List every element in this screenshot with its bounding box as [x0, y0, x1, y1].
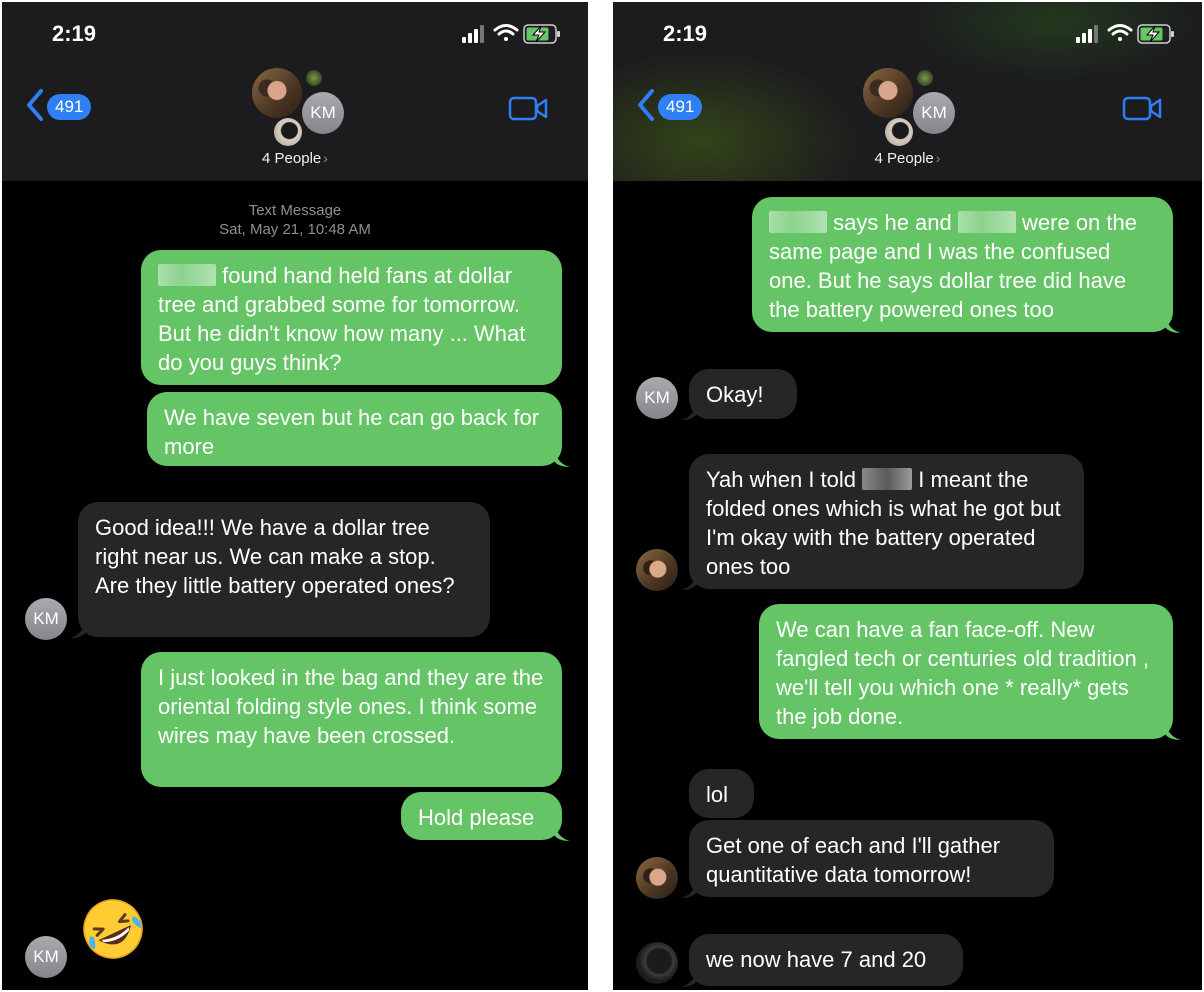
bubble-tail: [70, 620, 86, 638]
cellular-signal-icon: [1076, 25, 1098, 43]
avatar-photo-small: [915, 68, 935, 88]
panel-divider: [590, 0, 611, 992]
bubble-tail: [1165, 722, 1181, 740]
status-icons: [1076, 24, 1174, 44]
wifi-icon: [493, 24, 519, 41]
message-text: Get one of each and I'll gather quantita…: [706, 833, 1001, 887]
timestamp-label: Text Message: [248, 202, 342, 219]
bubble-tail: [681, 572, 697, 590]
sender-avatar-photo[interactable]: [636, 857, 678, 899]
bubble-tail: [681, 969, 697, 987]
right-screenshot: 2:19 491 KM 4 People › says he and were …: [613, 2, 1202, 990]
sender-avatar-km[interactable]: KM: [25, 936, 67, 978]
message-text: We have seven but he can go back for mor…: [164, 405, 540, 459]
conversation-header: 2:19 491 KM 4 People ›: [613, 2, 1202, 181]
video-call-icon[interactable]: [1122, 94, 1162, 122]
group-title[interactable]: 4 People ›: [613, 150, 1202, 167]
chevron-right-icon: ›: [323, 150, 328, 166]
group-title[interactable]: 4 People ›: [2, 150, 588, 167]
incoming-message-bubble[interactable]: Yah when I told I meant the folded ones …: [681, 454, 1084, 590]
incoming-message-bubble[interactable]: Good idea!!! We have a dollar tree right…: [70, 502, 490, 638]
outgoing-message-bubble[interactable]: We can have a fan face-off. New fangled …: [759, 604, 1181, 740]
wifi-icon: [1107, 24, 1133, 41]
message-text: Good idea!!! We have a dollar tree right…: [95, 515, 455, 598]
avatar-km: KM: [302, 92, 344, 134]
incoming-message-bubble[interactable]: Get one of each and I'll gather quantita…: [681, 820, 1054, 898]
outgoing-message-bubble[interactable]: says he and were on the same page and I …: [752, 197, 1181, 333]
timestamp-date: Sat, May 21, 10:48 AM: [219, 221, 371, 238]
incoming-message-bubble[interactable]: we now have 7 and 20: [681, 934, 963, 987]
avatar-km: KM: [913, 92, 955, 134]
outgoing-message-bubble[interactable]: found hand held fans at dollar tree and …: [141, 250, 562, 385]
chevron-right-icon: ›: [935, 150, 941, 166]
group-title-label: 4 People: [262, 150, 322, 167]
group-title-label: 4 People: [874, 150, 934, 167]
redacted-name: [769, 211, 827, 233]
left-screenshot: 2:19 491 KM 4 People › Text Message Sat,…: [2, 2, 588, 990]
avatar-photo-couple: [863, 68, 913, 118]
message-text: we now have 7 and 20: [706, 947, 927, 972]
incoming-message-bubble[interactable]: Okay!: [681, 369, 797, 420]
bubble-tail: [1165, 315, 1181, 333]
message-text: Okay!: [706, 382, 764, 407]
status-time: 2:19: [663, 21, 708, 46]
back-chevron-icon[interactable]: [635, 88, 657, 122]
bubble-tail: [681, 880, 697, 898]
outgoing-message-bubble[interactable]: We have seven but he can go back for mor…: [147, 392, 570, 467]
battery-charging-icon: [523, 24, 560, 44]
back-unread-badge[interactable]: 491: [47, 94, 92, 120]
cellular-signal-icon: [462, 25, 484, 43]
video-call-icon[interactable]: [508, 94, 548, 122]
outgoing-message-bubble[interactable]: I just looked in the bag and they are th…: [141, 652, 562, 787]
message-timestamp: Text Message Sat, May 21, 10:48 AM: [2, 201, 588, 239]
status-icons: [462, 24, 560, 44]
avatar-photo-dog: [885, 118, 913, 146]
bubble-tail: [681, 402, 697, 420]
bubble-tail: [554, 823, 570, 841]
message-text: We can have a fan face-off. New fangled …: [776, 617, 1150, 729]
avatar-photo-couple: [252, 68, 302, 118]
rolling-laughing-emoji-icon[interactable]: [80, 896, 146, 962]
sender-avatar-dog[interactable]: [636, 942, 678, 984]
redacted-name: [158, 264, 216, 286]
message-text: lol: [706, 782, 729, 807]
group-avatar-cluster[interactable]: KM: [859, 66, 959, 148]
redacted-name: [862, 468, 913, 490]
message-text: I just looked in the bag and they are th…: [158, 665, 544, 748]
avatar-photo-small: [304, 68, 324, 88]
redacted-name: [957, 211, 1016, 233]
status-time: 2:19: [52, 21, 97, 46]
group-avatar-cluster[interactable]: KM: [248, 66, 348, 148]
back-chevron-icon[interactable]: [24, 88, 46, 122]
message-text: Hold please: [418, 805, 535, 830]
message-text-part: Yah when I told: [706, 467, 857, 492]
battery-charging-icon: [1137, 24, 1174, 44]
conversation-header: 2:19 491 KM 4 People ›: [2, 2, 588, 181]
message-text-part: says he and: [833, 210, 952, 235]
sender-avatar-km[interactable]: KM: [25, 598, 67, 640]
avatar-photo-dog: [274, 118, 302, 146]
outgoing-message-bubble[interactable]: Hold please: [401, 792, 570, 841]
bubble-tail: [554, 449, 570, 467]
sender-avatar-km[interactable]: KM: [636, 377, 678, 419]
back-unread-badge[interactable]: 491: [658, 94, 703, 120]
incoming-message-bubble[interactable]: lol: [689, 769, 754, 818]
sender-avatar-photo[interactable]: [636, 549, 678, 591]
